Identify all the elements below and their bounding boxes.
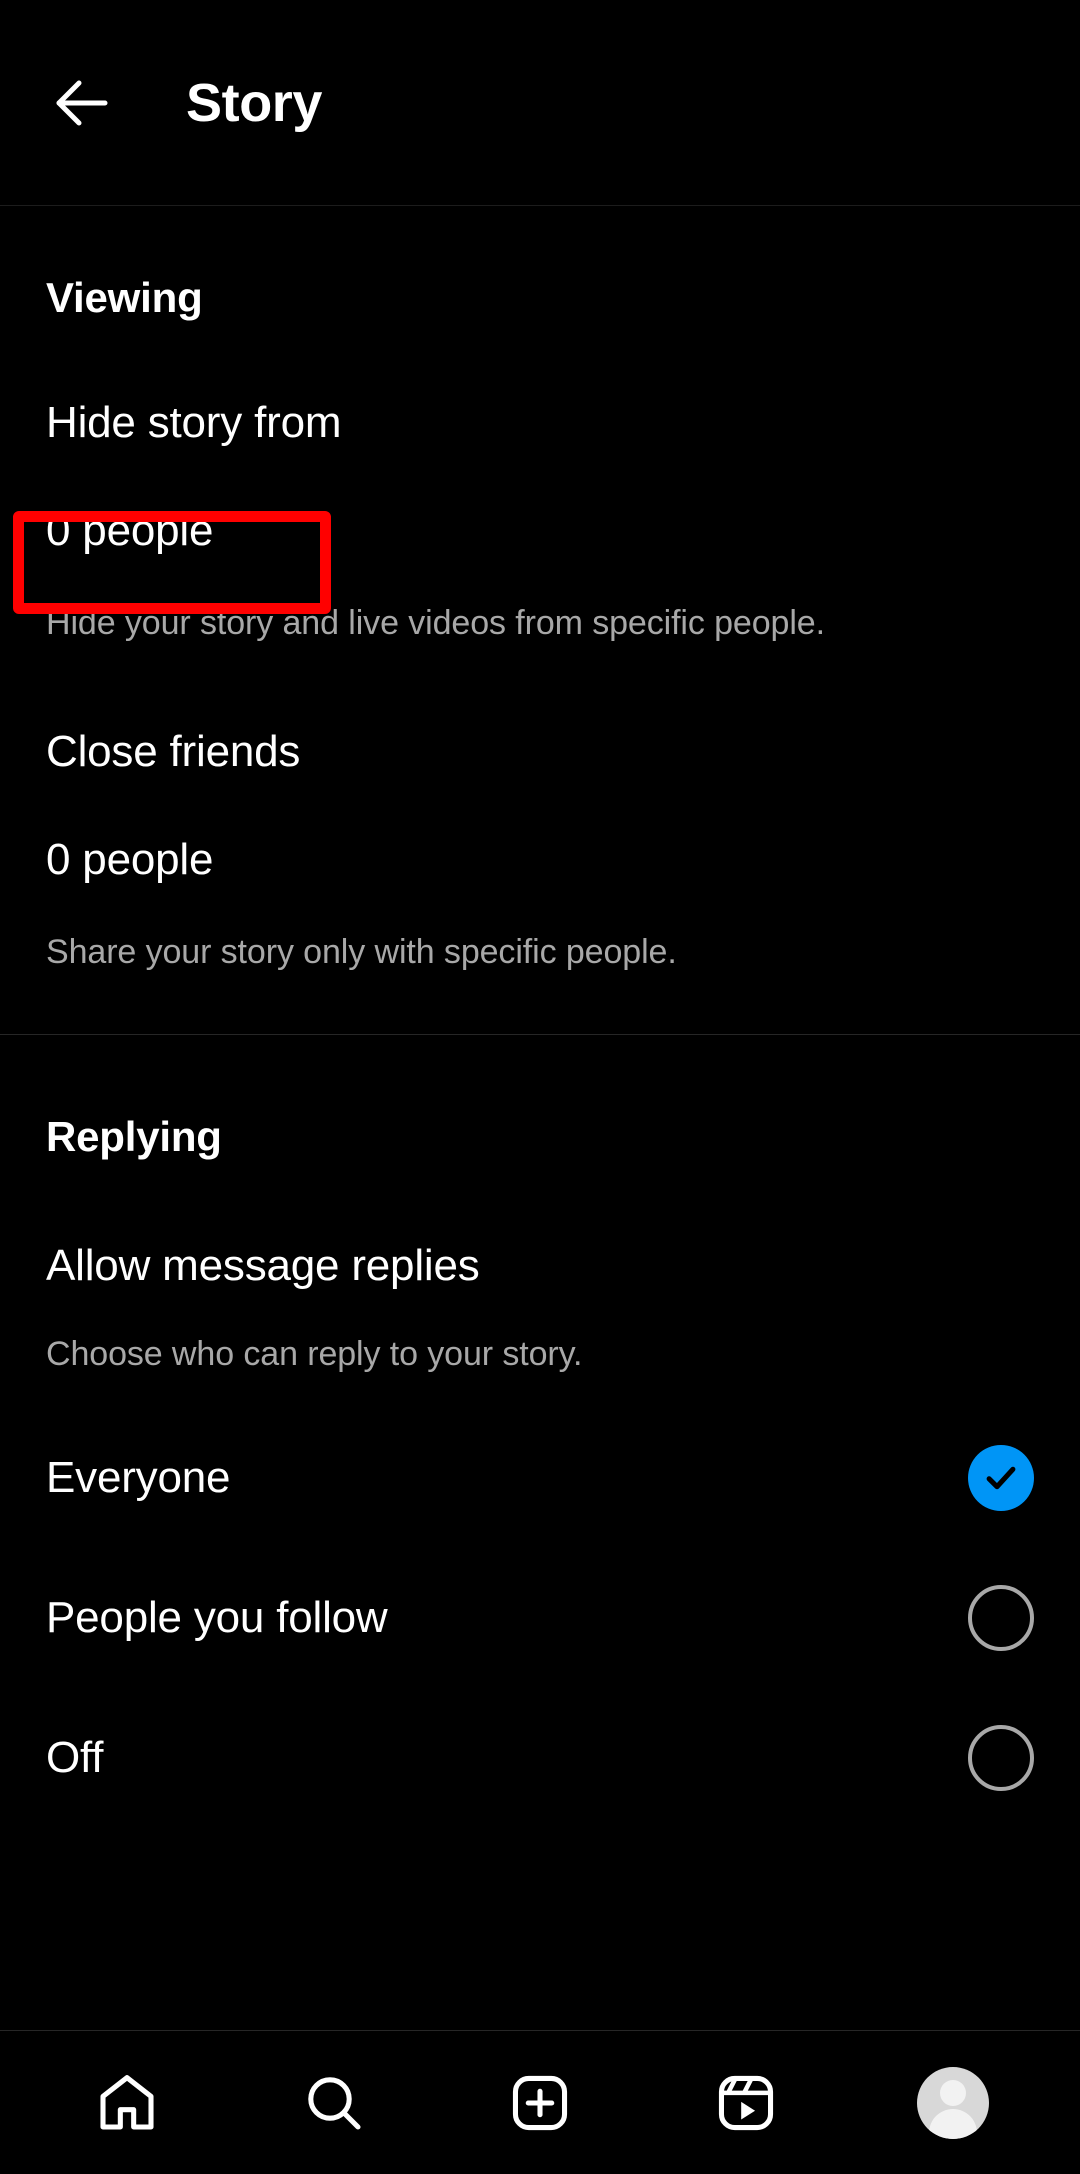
section-replying: Replying — [0, 1035, 1080, 1161]
radio-everyone[interactable] — [968, 1445, 1034, 1511]
option-off[interactable]: Off — [0, 1688, 1080, 1828]
option-everyone[interactable]: Everyone — [0, 1408, 1080, 1548]
radio-off[interactable] — [968, 1725, 1034, 1791]
setting-desc-hide-story-from: Hide your story and live videos from spe… — [46, 604, 825, 642]
nav-home[interactable] — [79, 2055, 175, 2151]
option-people-you-follow[interactable]: People you follow — [0, 1548, 1080, 1688]
setting-title-hide-story-from: Hide story from — [46, 398, 342, 447]
home-icon — [100, 2074, 154, 2130]
nav-reels[interactable] — [698, 2055, 794, 2151]
create-icon — [512, 2075, 568, 2130]
setting-desc-close-friends: Share your story only with specific peop… — [46, 933, 677, 971]
setting-allow-message-replies: Allow message replies Choose who can rep… — [0, 1161, 1080, 1374]
app-header: Story — [0, 0, 1080, 206]
back-button[interactable] — [46, 66, 120, 140]
nav-create[interactable] — [492, 2055, 588, 2151]
option-label-everyone: Everyone — [46, 1453, 231, 1502]
nav-profile[interactable] — [905, 2055, 1001, 2151]
setting-close-friends[interactable]: Close friends 0 people Share your story … — [0, 643, 1080, 972]
arrow-left-icon — [56, 80, 108, 125]
setting-value-close-friends: 0 people — [46, 835, 214, 884]
setting-desc-allow-message-replies: Choose who can reply to your story. — [46, 1335, 583, 1373]
search-icon — [307, 2076, 361, 2130]
profile-avatar — [916, 2066, 989, 2139]
section-title-viewing: Viewing — [46, 274, 203, 321]
page-title: Story — [186, 72, 323, 133]
radio-people-you-follow[interactable] — [968, 1585, 1034, 1651]
setting-value-hide-story-from: 0 people — [46, 506, 214, 555]
option-label-off: Off — [46, 1733, 104, 1782]
settings-content: Viewing Hide story from 0 people Hide yo… — [0, 206, 1080, 2030]
reels-icon — [719, 2075, 774, 2130]
setting-title-allow-message-replies: Allow message replies — [46, 1241, 480, 1290]
nav-search[interactable] — [286, 2055, 382, 2151]
section-viewing: Viewing — [0, 206, 1080, 322]
bottom-navigation-bar — [0, 2030, 1080, 2174]
section-title-replying: Replying — [46, 1113, 222, 1160]
option-label-people-you-follow: People you follow — [46, 1593, 388, 1642]
story-settings-screen: Story Viewing Hide story from 0 people H… — [0, 0, 1080, 2174]
setting-title-close-friends: Close friends — [46, 727, 301, 776]
setting-hide-story-from[interactable]: Hide story from 0 people Hide your story… — [0, 322, 1080, 643]
check-icon — [986, 1466, 1016, 1490]
